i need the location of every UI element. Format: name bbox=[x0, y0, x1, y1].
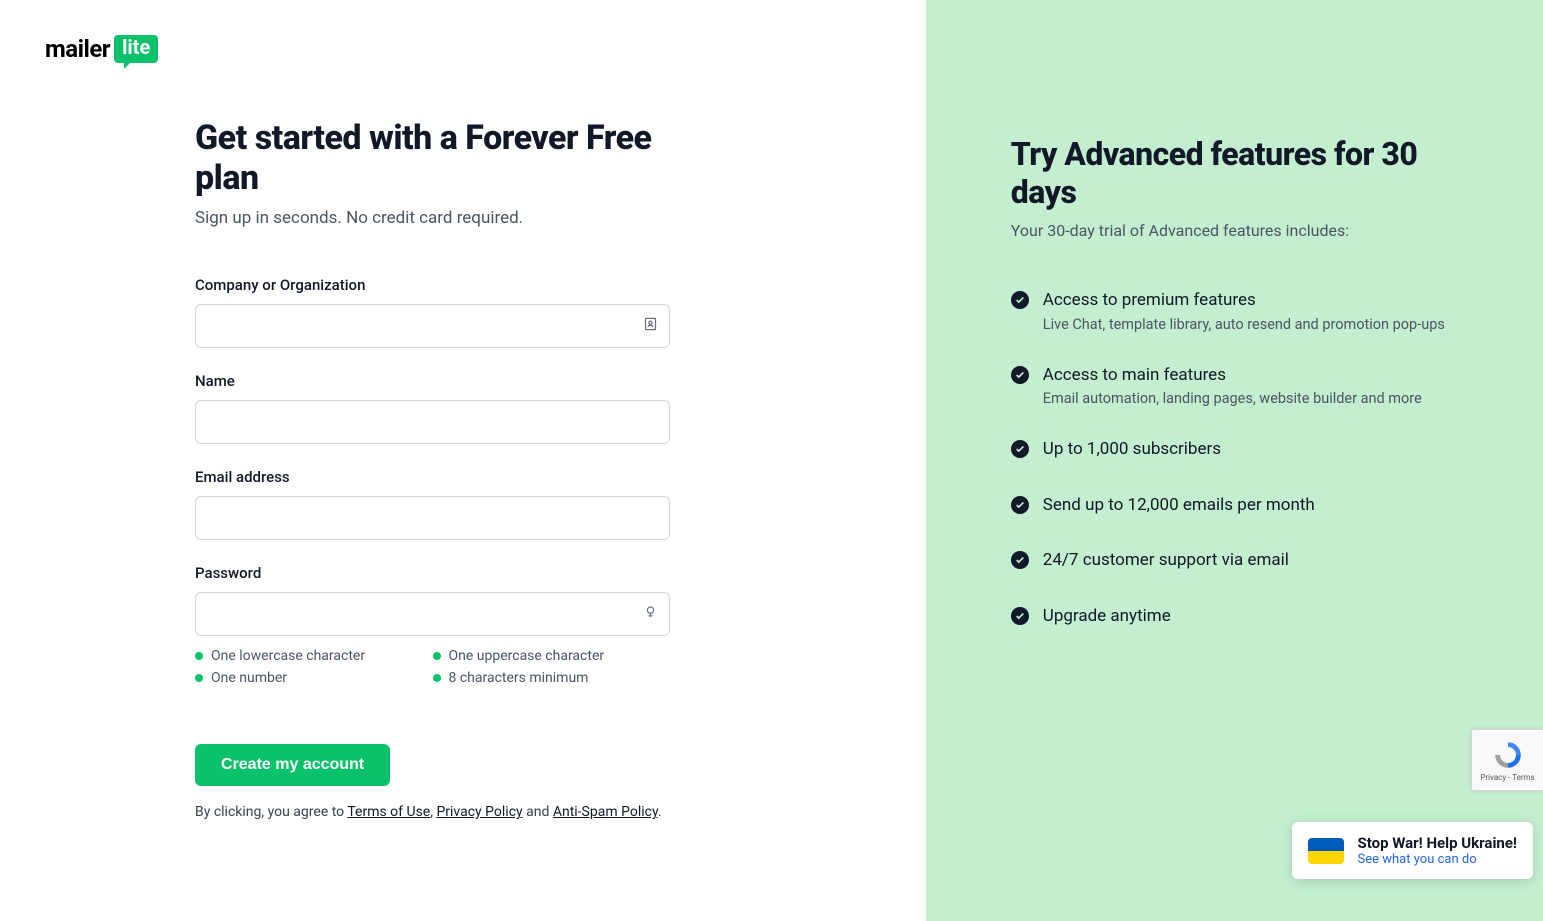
feature-title: 24/7 customer support via email bbox=[1043, 548, 1289, 574]
req-uppercase-text: One uppercase character bbox=[449, 648, 605, 664]
ukraine-flag-icon bbox=[1308, 838, 1344, 864]
feature-title: Upgrade anytime bbox=[1043, 604, 1171, 630]
req-minchars: 8 characters minimum bbox=[433, 670, 671, 686]
feature-emails: Send up to 12,000 emails per month bbox=[1011, 493, 1473, 519]
dot-icon bbox=[433, 674, 441, 682]
recaptcha-links: Privacy - Terms bbox=[1480, 773, 1534, 782]
ukraine-link[interactable]: See what you can do bbox=[1358, 852, 1517, 867]
page-title: Get started with a Forever Free plan bbox=[195, 118, 670, 198]
dot-icon bbox=[195, 652, 203, 660]
trial-heading: Try Advanced features for 30 days bbox=[1011, 135, 1473, 211]
ukraine-banner[interactable]: Stop War! Help Ukraine! See what you can… bbox=[1292, 822, 1533, 879]
name-input[interactable] bbox=[195, 400, 670, 444]
trial-subheading: Your 30-day trial of Advanced features i… bbox=[1011, 221, 1473, 240]
create-account-button[interactable]: Create my account bbox=[195, 744, 390, 786]
req-minchars-text: 8 characters minimum bbox=[449, 670, 589, 686]
req-lowercase: One lowercase character bbox=[195, 648, 433, 664]
antispam-policy-link[interactable]: Anti-Spam Policy bbox=[553, 804, 658, 820]
feature-upgrade: Upgrade anytime bbox=[1011, 604, 1473, 630]
check-icon bbox=[1011, 366, 1029, 384]
terms-of-use-link[interactable]: Terms of Use bbox=[347, 804, 430, 820]
recaptcha-icon bbox=[1492, 739, 1524, 771]
check-icon bbox=[1011, 291, 1029, 309]
req-lowercase-text: One lowercase character bbox=[211, 648, 365, 664]
feature-desc: Live Chat, template library, auto resend… bbox=[1043, 316, 1445, 333]
logo[interactable]: mailer lite bbox=[45, 35, 881, 63]
logo-mailer-text: mailer bbox=[45, 35, 110, 63]
contact-card-icon bbox=[643, 317, 658, 336]
email-input[interactable] bbox=[195, 496, 670, 540]
feature-title: Up to 1,000 subscribers bbox=[1043, 437, 1221, 463]
page-subtitle: Sign up in seconds. No credit card requi… bbox=[195, 208, 670, 228]
feature-title: Access to main features bbox=[1043, 363, 1422, 389]
privacy-policy-link[interactable]: Privacy Policy bbox=[436, 804, 522, 820]
feature-main: Access to main features Email automation… bbox=[1011, 363, 1473, 408]
req-number: One number bbox=[195, 670, 433, 686]
feature-support: 24/7 customer support via email bbox=[1011, 548, 1473, 574]
password-input[interactable] bbox=[195, 592, 670, 636]
feature-desc: Email automation, landing pages, website… bbox=[1043, 390, 1422, 407]
check-icon bbox=[1011, 496, 1029, 514]
key-icon bbox=[643, 605, 658, 624]
feature-subscribers: Up to 1,000 subscribers bbox=[1011, 437, 1473, 463]
ukraine-title: Stop War! Help Ukraine! bbox=[1358, 834, 1517, 852]
name-label: Name bbox=[195, 372, 670, 390]
dot-icon bbox=[195, 674, 203, 682]
feature-title: Access to premium features bbox=[1043, 288, 1445, 314]
check-icon bbox=[1011, 607, 1029, 625]
req-number-text: One number bbox=[211, 670, 287, 686]
password-label: Password bbox=[195, 564, 670, 582]
company-label: Company or Organization bbox=[195, 276, 670, 294]
feature-premium: Access to premium features Live Chat, te… bbox=[1011, 288, 1473, 333]
feature-title: Send up to 12,000 emails per month bbox=[1043, 493, 1315, 519]
check-icon bbox=[1011, 440, 1029, 458]
recaptcha-badge[interactable]: Privacy - Terms bbox=[1471, 729, 1543, 791]
email-label: Email address bbox=[195, 468, 670, 486]
logo-lite-badge: lite bbox=[114, 35, 158, 63]
dot-icon bbox=[433, 652, 441, 660]
terms-text: By clicking, you agree to Terms of Use, … bbox=[195, 804, 670, 820]
req-uppercase: One uppercase character bbox=[433, 648, 671, 664]
company-input[interactable] bbox=[195, 304, 670, 348]
check-icon bbox=[1011, 551, 1029, 569]
